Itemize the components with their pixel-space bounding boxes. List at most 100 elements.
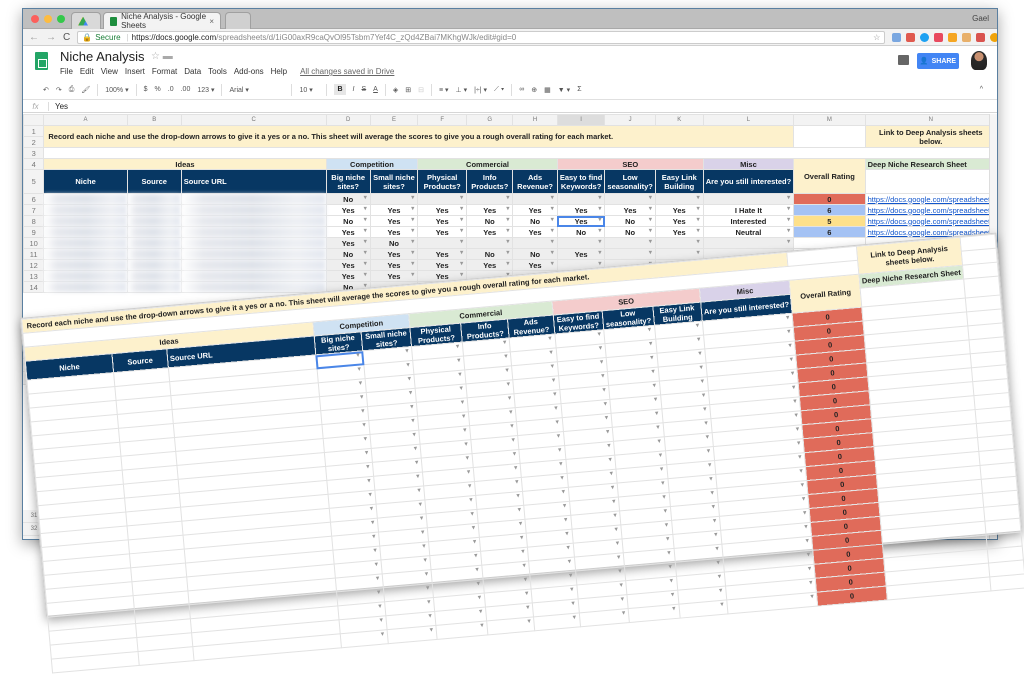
overall-rating-cell[interactable]: 5 [793, 215, 866, 227]
cell[interactable] [43, 147, 997, 159]
niche-cell[interactable] [43, 237, 128, 249]
niche-cell[interactable] [43, 281, 128, 293]
header-source-url[interactable]: Source URL [180, 169, 327, 194]
horizontal-align-icon[interactable]: ≡ ▾ [439, 86, 449, 94]
intro-text-cell[interactable]: Record each niche and use the drop-down … [43, 125, 795, 148]
dropdown-cell[interactable]: Yes [512, 204, 558, 216]
zoom-select[interactable]: 100% ▾ [105, 86, 128, 94]
group-seo[interactable]: SEO [556, 158, 704, 170]
header-ads-revenue[interactable]: Ads Revenue? [512, 169, 558, 194]
group-commercial[interactable]: Commercial [417, 158, 558, 170]
column-header[interactable]: F [417, 114, 468, 126]
dropdown-cell[interactable] [556, 193, 606, 205]
header-easy-link-building[interactable]: Easy Link Building [654, 169, 704, 194]
new-tab-button[interactable] [225, 12, 251, 29]
row-header[interactable]: 3 [23, 147, 45, 159]
insert-comment-icon[interactable]: ⊕ [531, 86, 537, 94]
source-url-cell[interactable] [180, 259, 327, 271]
source-url-cell[interactable] [180, 215, 327, 227]
column-header[interactable]: C [180, 114, 327, 126]
dropdown-cell[interactable]: Yes [417, 248, 468, 260]
column-header[interactable]: H [512, 114, 558, 126]
menu-data[interactable]: Data [184, 67, 201, 76]
dropdown-cell[interactable]: Yes [417, 215, 468, 227]
dropdown-cell[interactable]: Interested [702, 215, 795, 227]
dropdown-cell[interactable]: Yes [512, 259, 558, 271]
dropdown-cell[interactable] [604, 193, 656, 205]
dropdown-cell[interactable]: Yes [654, 215, 704, 227]
source-url-cell[interactable] [180, 248, 327, 260]
deep-sheet-link[interactable]: https://docs.google.com/spreadsheets [864, 204, 997, 216]
header-physical-products[interactable]: Physical Products? [417, 169, 468, 194]
row-header[interactable]: 2 [23, 136, 45, 148]
overall-rating-cell[interactable]: 6 [793, 204, 866, 216]
redo-icon[interactable]: ↷ [56, 86, 62, 94]
menu-addons[interactable]: Add-ons [234, 67, 264, 76]
row-header[interactable]: 11 [23, 248, 45, 260]
header-info-products[interactable]: Info Products? [466, 169, 514, 194]
source-cell[interactable] [126, 259, 182, 271]
dropdown-cell[interactable]: Yes [369, 226, 419, 238]
header-still-interested[interactable]: Are you still interested? [702, 169, 795, 194]
dropdown-cell[interactable]: Yes [325, 226, 371, 238]
close-window-button[interactable] [31, 15, 39, 23]
dropdown-cell[interactable] [466, 237, 514, 249]
niche-cell[interactable] [43, 193, 128, 205]
column-header[interactable]: K [654, 114, 704, 126]
niche-cell[interactable] [43, 248, 128, 260]
column-header[interactable]: E [369, 114, 419, 126]
source-cell[interactable] [126, 226, 182, 238]
more-formats-select[interactable]: 123 ▾ [197, 86, 214, 94]
dropdown-cell[interactable]: Yes [466, 226, 514, 238]
extension-icon[interactable] [962, 32, 972, 42]
header-big-niche[interactable]: Big niche sites? [325, 169, 371, 194]
menu-insert[interactable]: Insert [125, 67, 145, 76]
deep-sheet-header[interactable]: Deep Niche Research Sheet [864, 158, 997, 170]
row-header[interactable]: 7 [23, 204, 45, 216]
source-url-cell[interactable] [180, 237, 327, 249]
tab-google-drive[interactable] [71, 12, 101, 29]
row-header[interactable]: 10 [23, 237, 45, 249]
row-header[interactable]: 6 [23, 193, 45, 205]
header-source[interactable]: Source [126, 169, 182, 194]
font-select[interactable]: Arial ▾ [229, 86, 284, 94]
extension-icon[interactable] [892, 32, 902, 42]
dropdown-cell[interactable] [654, 237, 704, 249]
dropdown-cell[interactable]: Yes [466, 204, 514, 216]
menu-format[interactable]: Format [152, 67, 177, 76]
collapse-toolbar-icon[interactable]: ^ [980, 86, 983, 93]
url-input[interactable]: 🔒 Secure | https://docs.google.com /spre… [77, 30, 886, 44]
dropdown-cell[interactable]: Yes [466, 259, 514, 271]
dropdown-cell[interactable] [578, 608, 630, 627]
column-header[interactable]: B [126, 114, 182, 126]
comments-icon[interactable] [898, 55, 909, 65]
filter-icon[interactable]: ▼ ▾ [558, 86, 570, 94]
dropdown-cell[interactable]: No [556, 226, 606, 238]
dropdown-cell[interactable]: Yes [369, 215, 419, 227]
percent-button[interactable]: % [155, 86, 161, 93]
reload-icon[interactable]: C [63, 32, 70, 43]
niche-cell[interactable] [43, 215, 128, 227]
dropdown-cell[interactable]: Yes [369, 248, 419, 260]
strikethrough-button[interactable]: S [362, 86, 367, 93]
row-header[interactable]: 13 [23, 270, 45, 282]
dropdown-cell[interactable]: No [604, 226, 656, 238]
share-button[interactable]: 👤 SHARE [917, 53, 959, 69]
dropdown-cell[interactable]: I Hate It [702, 204, 795, 216]
menu-help[interactable]: Help [271, 67, 287, 76]
functions-icon[interactable]: Σ [577, 86, 581, 93]
column-header[interactable]: A [43, 114, 128, 126]
dropdown-cell[interactable] [417, 193, 468, 205]
dropdown-cell[interactable]: Yes [654, 226, 704, 238]
row-header[interactable]: 5 [23, 169, 45, 194]
dropdown-cell[interactable] [628, 604, 680, 623]
column-header[interactable]: M [793, 114, 866, 126]
dropdown-cell[interactable]: Yes [604, 204, 656, 216]
font-size-select[interactable]: 10 ▾ [299, 86, 319, 94]
bold-button[interactable]: B [334, 84, 346, 95]
italic-button[interactable]: I [353, 86, 355, 93]
tab-niche-analysis[interactable]: Niche Analysis - Google Sheets × [103, 12, 221, 30]
header-niche[interactable]: Niche [43, 169, 128, 194]
overall-rating-cell[interactable]: 6 [793, 226, 866, 238]
document-title[interactable]: Niche Analysis [60, 49, 145, 64]
